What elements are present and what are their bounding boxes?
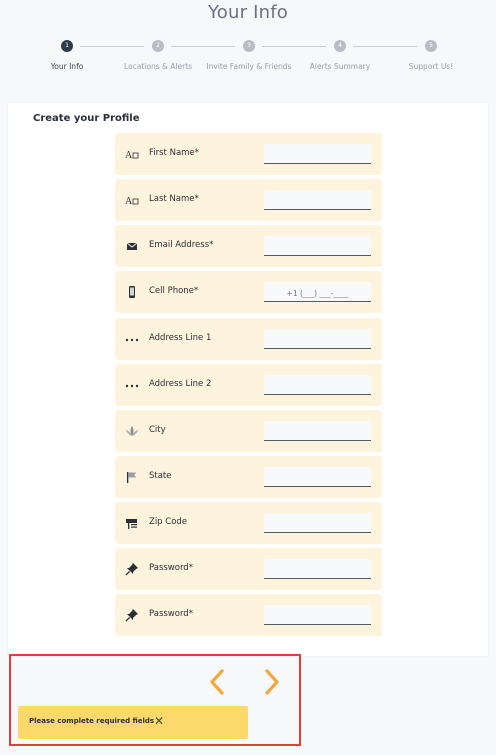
password-row: Password* (115, 548, 382, 590)
state-label: State (149, 471, 172, 481)
lotus-icon (125, 424, 139, 438)
zip-code-label: Zip Code (149, 517, 188, 527)
password-input[interactable] (264, 559, 371, 579)
toast-message: Please complete required fields (29, 717, 155, 725)
step-4-dot[interactable]: 4 (334, 40, 346, 52)
dots-icon (125, 332, 139, 346)
page: Your Info 1 2 3 4 5 Your Info Locations … (0, 0, 496, 755)
address-line-1-row: Address Line 1 (115, 318, 382, 360)
svg-text:A: A (125, 150, 133, 161)
profile-form-card: Create your Profile A First Name* A Last… (8, 103, 488, 656)
first-name-label: First Name* (149, 148, 199, 158)
last-name-row: A Last Name* (115, 179, 382, 221)
validation-toast: Please complete required fields ✕ (18, 706, 248, 739)
password-label: Password* (149, 563, 193, 573)
step-5-label: Support Us! (408, 62, 454, 71)
step-connector (171, 46, 235, 47)
mailbox-icon (125, 516, 139, 530)
svg-text:A: A (125, 196, 133, 207)
font-icon: A (125, 193, 139, 207)
step-1-dot[interactable]: 1 (61, 40, 73, 52)
step-connector (262, 46, 326, 47)
state-input[interactable] (264, 467, 371, 487)
font-icon: A (125, 147, 139, 161)
step-connector (80, 46, 144, 47)
step-1-label: Your Info (50, 62, 84, 71)
city-label: City (149, 425, 166, 435)
email-input[interactable] (264, 236, 371, 256)
first-name-row: A First Name* (115, 133, 382, 175)
confirm-password-input[interactable] (264, 605, 371, 625)
phone-icon (125, 285, 139, 299)
last-name-label: Last Name* (149, 194, 199, 204)
step-5-dot[interactable]: 5 (425, 40, 437, 52)
step-2-dot[interactable]: 2 (152, 40, 164, 52)
progress-stepper: 1 2 3 4 5 Your Info Locations & Alerts I… (0, 40, 496, 80)
address-line-2-input[interactable] (264, 375, 371, 395)
address-line-1-label: Address Line 1 (149, 333, 212, 343)
envelope-icon (125, 239, 139, 253)
address-line-2-label: Address Line 2 (149, 379, 212, 389)
step-connector (353, 46, 417, 47)
close-icon[interactable]: ✕ (154, 714, 164, 728)
flag-icon (125, 470, 139, 484)
zip-code-row: Zip Code (115, 502, 382, 544)
address-line-2-row: Address Line 2 (115, 364, 382, 406)
step-4-label: Alerts Summary (309, 62, 371, 71)
email-row: Email Address* (115, 225, 382, 267)
cell-phone-label: Cell Phone* (149, 286, 199, 296)
cell-phone-input[interactable] (264, 282, 371, 302)
last-name-input[interactable] (264, 190, 371, 210)
pin-icon (125, 608, 139, 622)
confirm-password-row: Password* (115, 594, 382, 636)
confirm-password-label: Password* (149, 609, 193, 619)
zip-code-input[interactable] (264, 513, 371, 533)
city-row: City (115, 410, 382, 452)
cell-phone-row: Cell Phone* (115, 271, 382, 313)
form-title: Create your Profile (33, 113, 140, 124)
pin-icon (125, 562, 139, 576)
step-3-dot[interactable]: 3 (243, 40, 255, 52)
email-label: Email Address* (149, 240, 214, 250)
page-title: Your Info (207, 2, 288, 23)
first-name-input[interactable] (264, 144, 371, 164)
step-3-label: Invite Family & Friends (206, 62, 292, 71)
dots-icon (125, 378, 139, 392)
address-line-1-input[interactable] (264, 329, 371, 349)
step-2-label: Locations & Alerts (123, 62, 193, 71)
state-row: State (115, 456, 382, 498)
city-input[interactable] (264, 421, 371, 441)
